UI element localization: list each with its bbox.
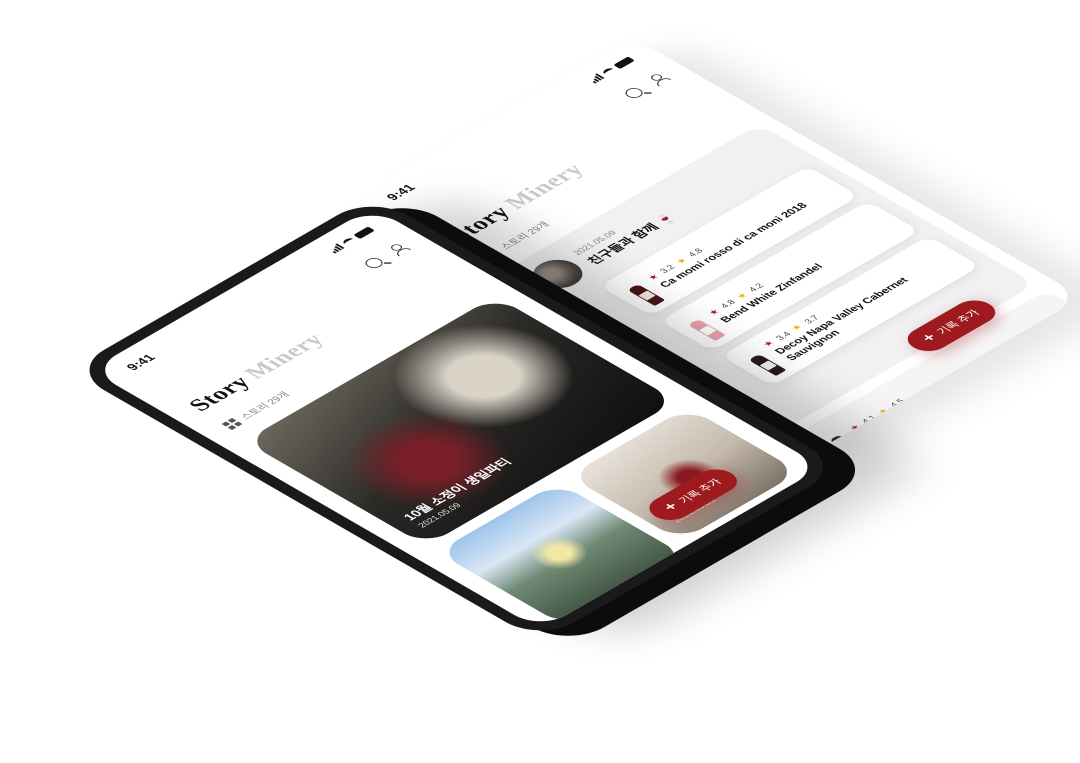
search-icon[interactable]: [621, 86, 647, 101]
system-icons: [587, 56, 635, 84]
wine-glass-icon: 🍷: [651, 211, 679, 227]
battery-icon: [352, 226, 375, 239]
status-time: 9:41: [122, 351, 159, 373]
story-card-title: 10월 소정이 생일파티: [400, 456, 515, 523]
grid-view-icon[interactable]: [221, 417, 242, 430]
wifi-icon: [340, 236, 357, 246]
user-icon[interactable]: [386, 242, 410, 256]
wifi-icon: [600, 66, 617, 76]
status-bar: 9:41: [350, 37, 667, 220]
status-bar: 9:41: [90, 207, 407, 390]
story-card-caption: [563, 609, 565, 610]
plus-icon: +: [659, 500, 683, 514]
system-icons: [327, 226, 375, 254]
user-icon[interactable]: [646, 72, 670, 86]
search-icon[interactable]: [361, 256, 387, 271]
battery-icon: [612, 56, 635, 69]
logo-sub: Minery: [239, 330, 331, 383]
signal-icon: [587, 73, 605, 84]
signal-icon: [327, 243, 345, 254]
status-time: 9:41: [382, 181, 419, 203]
logo-sub: Minery: [499, 160, 591, 213]
plus-icon: +: [918, 331, 941, 345]
